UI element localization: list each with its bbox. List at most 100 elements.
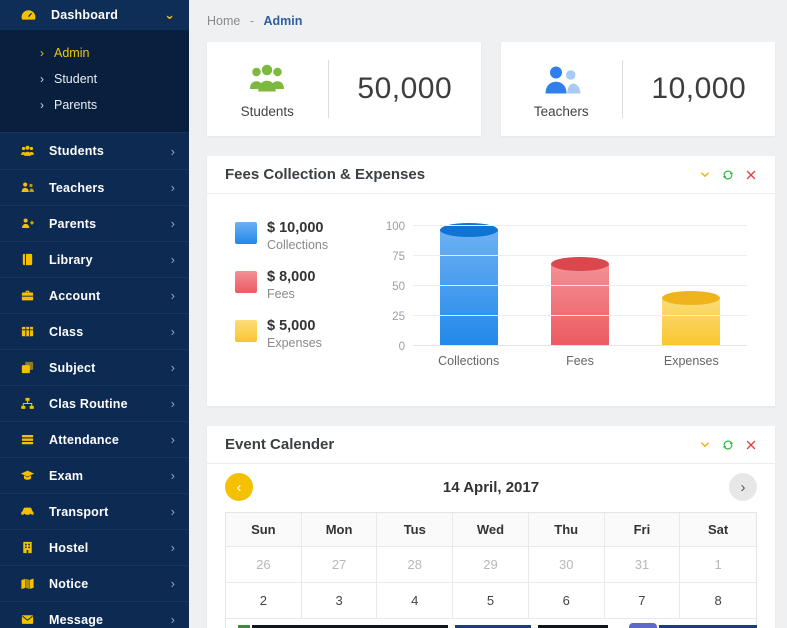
calendar-day-cell[interactable]: 1 (680, 547, 756, 583)
sidebar-item-dashboard[interactable]: Dashboard ⌄ (0, 0, 189, 30)
calendar-day-headers: Sun Mon Tus Wed Thu Fri Sat (226, 513, 756, 547)
sidebar-item-students[interactable]: Students › (0, 133, 189, 169)
close-icon[interactable] (745, 439, 757, 451)
chevron-right-icon: › (170, 612, 175, 627)
refresh-icon[interactable] (722, 439, 734, 451)
routine-icon (20, 396, 35, 411)
calendar-day-cell[interactable]: 4 (377, 583, 454, 619)
calendar-day-cell[interactable]: 8 (680, 583, 756, 619)
calendar-day-cell[interactable]: 2 (226, 583, 302, 619)
class-icon (20, 324, 35, 339)
sidebar-item-class[interactable]: Class › (0, 313, 189, 349)
submenu-item-parents[interactable]: › Parents (0, 92, 189, 118)
calendar-day-cell[interactable]: 28 (377, 547, 454, 583)
chart-legend: $ 10,000 Collections $ 8,000 Fees $ 5,00… (225, 210, 373, 406)
submenu-item-admin[interactable]: › Admin (0, 40, 189, 66)
legend-label: Collections (267, 238, 329, 252)
chart-plot-area: 0 25 50 75 100 (386, 221, 747, 353)
legend-item: $ 8,000 Fees (235, 269, 373, 301)
legend-amount: $ 8,000 (267, 269, 316, 285)
bar-collections (439, 222, 498, 346)
students-group-icon (245, 60, 289, 100)
chevron-right-icon: › (170, 468, 175, 483)
students-count: 50,000 (357, 72, 453, 105)
calendar-next-button[interactable]: › (729, 473, 757, 501)
submenu-item-label: Admin (54, 46, 90, 60)
calendar-day-cell[interactable]: 3 (301, 583, 378, 619)
panel-window-controls (699, 439, 757, 451)
calendar-prev-button[interactable]: ‹ (225, 473, 253, 501)
day-header-mon: Mon (301, 513, 378, 547)
sidebar-item-label: Subject (49, 360, 96, 375)
chevron-right-icon: › (170, 540, 175, 555)
chevron-right-icon: › (170, 288, 175, 303)
calendar-day-cell[interactable]: 7 (604, 583, 681, 619)
calendar-day-cell[interactable]: 26 (226, 547, 302, 583)
sidebar-item-label: Message (49, 612, 104, 627)
chevron-right-icon: › (170, 504, 175, 519)
fees-panel-header: Fees Collection & Expenses (207, 156, 775, 194)
calendar-day-cell[interactable]: 31 (604, 547, 681, 583)
legend-label: Expenses (267, 336, 322, 350)
sidebar-item-label: Notice (49, 576, 89, 591)
calendar-day-cell[interactable]: 27 (301, 547, 378, 583)
breadcrumb-current[interactable]: Admin (263, 14, 302, 28)
close-icon[interactable] (745, 169, 757, 181)
parents-icon (20, 216, 35, 231)
day-header-fri: Fri (604, 513, 681, 547)
collapse-chevron-icon[interactable] (699, 169, 711, 181)
chevron-down-icon: ⌄ (164, 7, 175, 22)
sidebar-item-label: Parents (49, 216, 97, 231)
event-badge-sliver (629, 623, 657, 628)
calendar-current-date: 14 April, 2017 (442, 478, 540, 496)
sidebar-item-notice[interactable]: Notice › (0, 565, 189, 601)
chart-gridline (413, 225, 747, 226)
calendar-day-cell[interactable]: 29 (453, 547, 529, 583)
sidebar-item-attendance[interactable]: Attendance › (0, 421, 189, 457)
submenu-item-student[interactable]: › Student (0, 66, 189, 92)
calendar-week-row: 2345678 (226, 583, 756, 619)
collapse-chevron-icon[interactable] (699, 439, 711, 451)
calendar-day-cell[interactable]: 30 (528, 547, 605, 583)
breadcrumb-home-link[interactable]: Home (207, 14, 240, 28)
dashboard-submenu: › Admin › Student › Parents (0, 30, 189, 133)
sidebar-item-hostel[interactable]: Hostel › (0, 529, 189, 565)
sidebar-item-parents[interactable]: Parents › (0, 205, 189, 241)
sidebar-nav: Students › Teachers › Parents › Library … (0, 133, 189, 628)
day-header-sat: Sat (680, 513, 756, 547)
sidebar-item-transport[interactable]: Transport › (0, 493, 189, 529)
dashboard-gauge-icon (20, 7, 37, 24)
calendar-day-cell[interactable]: 5 (453, 583, 529, 619)
chevron-right-icon: › (170, 396, 175, 411)
calendar-partial-week (226, 619, 757, 628)
legend-amount: $ 10,000 (267, 220, 324, 236)
students-icon (20, 144, 35, 159)
sidebar-item-label: Transport (49, 504, 109, 519)
sidebar-item-teachers[interactable]: Teachers › (0, 169, 189, 205)
account-icon (20, 288, 35, 303)
chart-gridline (413, 345, 747, 346)
sidebar-item-exam[interactable]: Exam › (0, 457, 189, 493)
sidebar-item-label: Attendance (49, 432, 120, 447)
sidebar-item-label: Account (49, 288, 101, 303)
stat-label: Teachers (533, 103, 589, 119)
sidebar-item-library[interactable]: Library › (0, 241, 189, 277)
sidebar-item-clas-routine[interactable]: Clas Routine › (0, 385, 189, 421)
sidebar-item-account[interactable]: Account › (0, 277, 189, 313)
teachers-group-icon (539, 60, 583, 100)
event-calendar-panel: Event Calender ‹ 14 April, 2017 › Sun Mon… (207, 426, 775, 628)
sidebar-item-subject[interactable]: Subject › (0, 349, 189, 385)
calendar-day-cell[interactable]: 6 (528, 583, 605, 619)
y-axis-tick-label: 50 (392, 281, 405, 293)
refresh-icon[interactable] (722, 169, 734, 181)
fees-panel: Fees Collection & Expenses $ 10,000 Coll… (207, 156, 775, 406)
legend-color-swatch (235, 222, 257, 244)
chevron-right-icon: › (170, 252, 175, 267)
sidebar-item-message[interactable]: Message › (0, 601, 189, 628)
stat-label: Students (240, 103, 294, 119)
main-content: Home - Admin Students 50,000 Teachers 10… (189, 0, 787, 628)
sidebar-item-label: Exam (49, 468, 84, 483)
chevron-right-icon: › (40, 98, 44, 112)
calendar-table: Sun Mon Tus Wed Thu Fri Sat 26 27 28 29 30 31 1 2 3 4 5 6 7… (225, 512, 757, 628)
submenu-item-label: Student (54, 72, 98, 86)
